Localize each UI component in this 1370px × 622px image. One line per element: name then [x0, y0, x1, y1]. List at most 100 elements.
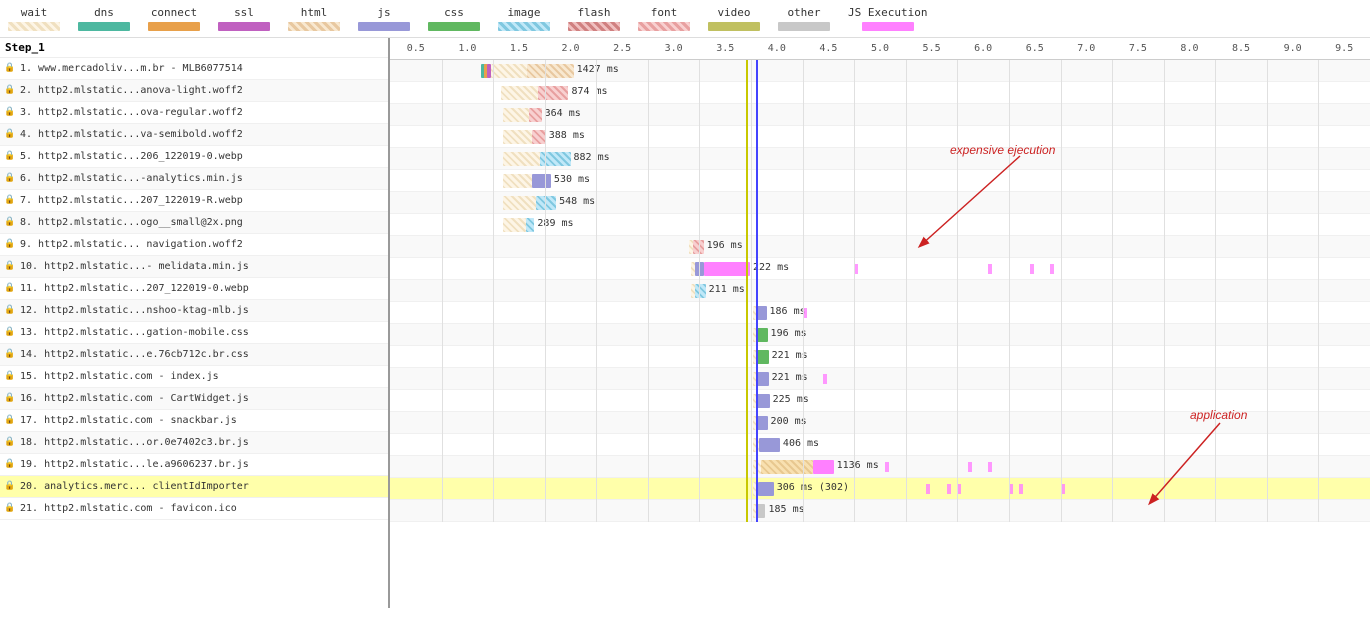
jsexec-dot: [926, 484, 930, 494]
lock-icon-21: 🔒: [4, 503, 16, 515]
legend-html-color: [288, 22, 340, 31]
bar-18-1: [761, 460, 813, 474]
lock-icon-2: 🔒: [4, 85, 16, 97]
timeline-row-13: 196 ms: [390, 324, 1370, 346]
timeline-row-12: 186 ms: [390, 302, 1370, 324]
annotation-expensive: expensive ejecution: [950, 143, 1055, 157]
timeline-tick-4.5: 4.5: [803, 43, 855, 54]
ms-label-20: 185 ms: [768, 504, 804, 515]
row-label-18: 18. http2.mlstatic...or.0e7402c3.br.js: [20, 437, 249, 448]
ms-label-12: 196 ms: [771, 328, 807, 339]
bar-2-0: [503, 108, 529, 122]
legend-flash: flash: [568, 6, 620, 31]
legend-other-label: other: [787, 6, 820, 19]
timeline-row-3: 364 ms: [390, 104, 1370, 126]
row-label-21: 21. http2.mlstatic.com - favicon.ico: [20, 503, 237, 514]
legend-font-color: [638, 22, 690, 31]
bar-3-0: [503, 130, 532, 144]
vertical-line: [746, 60, 748, 522]
bar-7-1: [526, 218, 534, 232]
grid-line-15: [1215, 60, 1216, 522]
legend-dns-label: dns: [94, 6, 114, 19]
left-row-11: 🔒11. http2.mlstatic...207_122019-0.webp: [0, 278, 388, 300]
row-label-6: 6. http2.mlstatic...-analytics.min.js: [20, 173, 243, 184]
grid-line-14: [1164, 60, 1165, 522]
ms-label-16: 200 ms: [771, 416, 807, 427]
legend-wait-label: wait: [21, 6, 48, 19]
lock-icon-16: 🔒: [4, 393, 16, 405]
ms-label-17: 406 ms: [783, 438, 819, 449]
jsexec-dot: [1050, 264, 1054, 274]
legend-jsexec: JS Execution: [848, 6, 927, 31]
left-row-17: 🔒17. http2.mlstatic.com - snackbar.js: [0, 410, 388, 432]
grid-line-10: [957, 60, 958, 522]
legend-flash-label: flash: [577, 6, 610, 19]
grid-line-13: [1112, 60, 1113, 522]
lock-icon-20: 🔒: [4, 481, 16, 493]
lock-icon-1: 🔒: [4, 63, 16, 75]
left-row-8: 🔒8. http2.mlstatic...ogo__small@2x.png: [0, 212, 388, 234]
legend-video-label: video: [717, 6, 750, 19]
timeline-tick-7.0: 7.0: [1061, 43, 1113, 54]
legend-connect-label: connect: [151, 6, 197, 19]
legend-flash-color: [568, 22, 620, 31]
bar-6-1: [536, 196, 556, 210]
ms-label-11: 186 ms: [770, 306, 806, 317]
left-row-21: 🔒 21. http2.mlstatic.com - favicon.ico: [0, 498, 388, 520]
row-label-16: 16. http2.mlstatic.com - CartWidget.js: [20, 393, 249, 404]
ms-label-2: 364 ms: [545, 108, 581, 119]
bar-20-1: [757, 504, 765, 518]
lock-icon-14: 🔒: [4, 349, 16, 361]
bar-6-0: [503, 196, 536, 210]
bar-3-1: [532, 130, 545, 144]
ms-label-9: 222 ms: [753, 262, 789, 273]
timeline-row-8: 289 ms: [390, 214, 1370, 236]
legend-font: font: [638, 6, 690, 31]
bar-7-0: [503, 218, 526, 232]
lock-icon-10: 🔒: [4, 261, 16, 273]
lock-icon-3: 🔒: [4, 107, 16, 119]
bar-8-1: [693, 240, 703, 254]
legend-ssl-color: [218, 22, 270, 31]
ms-label-3: 388 ms: [549, 130, 585, 141]
legend-js-label: js: [377, 6, 390, 19]
legend-other: other: [778, 6, 830, 31]
timeline-row-7: 548 ms: [390, 192, 1370, 214]
legend-video-color: [708, 22, 760, 31]
bar-16-1: [757, 416, 767, 430]
timeline-header: 0.51.01.52.02.53.03.54.04.55.05.56.06.57…: [390, 38, 1370, 60]
bar-1-0: [501, 86, 537, 100]
legend-ssl-label: ssl: [234, 6, 254, 19]
legend-dns-color: [78, 22, 130, 31]
jsexec-dot: [968, 462, 972, 472]
grid-line-0: [442, 60, 443, 522]
ms-label-5: 530 ms: [554, 174, 590, 185]
left-row-9: 🔒9. http2.mlstatic... navigation.woff2: [0, 234, 388, 256]
lock-icon-7: 🔒: [4, 195, 16, 207]
bar-14-1: [757, 372, 768, 386]
timeline-row-11: 211 ms: [390, 280, 1370, 302]
bar-5-0: [503, 174, 532, 188]
jsexec-dot: [885, 462, 889, 472]
row-label-1: 1. www.mercadoliv...m.br - MLB6077514: [20, 63, 243, 74]
jsexec-dot: [988, 264, 992, 274]
left-row-5: 🔒5. http2.mlstatic...206_122019-0.webp: [0, 146, 388, 168]
grid-line-9: [906, 60, 907, 522]
ms-label-7: 289 ms: [537, 218, 573, 229]
left-row-6: 🔒6. http2.mlstatic...-analytics.min.js: [0, 168, 388, 190]
grid-line-12: [1061, 60, 1062, 522]
grid-line-6: [751, 60, 752, 522]
bar-0-4: [527, 64, 573, 78]
timeline-row-19: 1136 ms: [390, 456, 1370, 478]
timeline-content: 0.51.01.52.02.53.03.54.04.55.05.56.06.57…: [390, 38, 1370, 522]
row-label-9: 9. http2.mlstatic... navigation.woff2: [20, 239, 243, 250]
lock-icon-8: 🔒: [4, 217, 16, 229]
right-panel[interactable]: 0.51.01.52.02.53.03.54.04.55.05.56.06.57…: [390, 38, 1370, 608]
timeline-tick-7.5: 7.5: [1112, 43, 1164, 54]
legend-css-color: [428, 22, 480, 31]
bar-5-1: [532, 174, 551, 188]
timeline-tick-4.0: 4.0: [751, 43, 803, 54]
timeline-tick-3.0: 3.0: [648, 43, 700, 54]
timeline-tick-1.5: 1.5: [493, 43, 545, 54]
legend-jsexec-color: [862, 22, 914, 31]
